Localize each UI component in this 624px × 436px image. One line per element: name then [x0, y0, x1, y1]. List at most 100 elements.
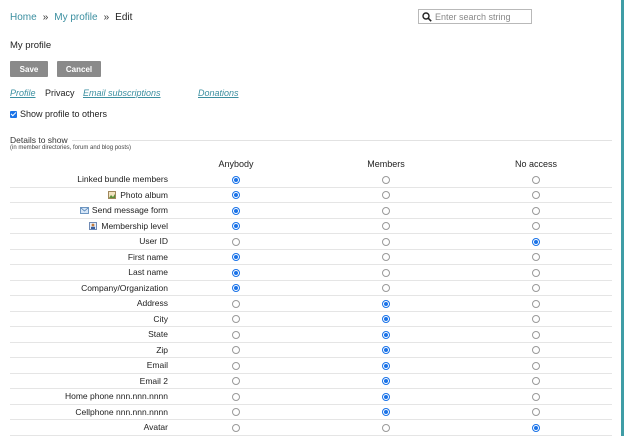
radio-anybody[interactable]	[232, 377, 240, 385]
radio-members[interactable]	[382, 284, 390, 292]
radio-no-access[interactable]	[532, 206, 540, 215]
privacy-row-label: Email	[147, 360, 168, 370]
show-profile-option[interactable]: Show profile to others	[10, 109, 107, 119]
radio-no-access[interactable]	[532, 253, 540, 261]
privacy-row-label: Membership level	[89, 221, 168, 231]
save-button[interactable]: Save	[10, 61, 48, 77]
radio-no-access[interactable]	[532, 361, 540, 370]
radio-no-access[interactable]	[532, 299, 540, 308]
cancel-button[interactable]: Cancel	[57, 61, 101, 77]
column-header-no-access: No access	[514, 159, 558, 169]
radio-no-access[interactable]	[532, 423, 540, 432]
privacy-row-label: Email 2	[140, 376, 168, 386]
breadcrumb-current: Edit	[115, 12, 133, 23]
radio-no-access[interactable]	[532, 222, 540, 230]
privacy-row-text: Avatar	[143, 422, 168, 432]
tab-donations[interactable]: Donations	[198, 88, 239, 98]
radio-anybody[interactable]	[232, 284, 240, 292]
privacy-row: Email 2	[10, 374, 612, 389]
privacy-row: Home phone nnn.nnn.nnnn	[10, 389, 612, 405]
radio-anybody[interactable]	[232, 330, 240, 339]
privacy-row: User ID	[10, 234, 612, 250]
radio-no-access[interactable]	[532, 346, 540, 354]
radio-anybody[interactable]	[232, 206, 240, 215]
privacy-row: Cellphone nnn.nnn.nnnn	[10, 405, 612, 420]
radio-anybody[interactable]	[232, 253, 240, 261]
privacy-row-text: State	[148, 329, 168, 339]
radio-anybody[interactable]	[232, 346, 240, 354]
privacy-row-label: State	[148, 329, 168, 339]
radio-members[interactable]	[382, 253, 390, 261]
radio-members[interactable]	[382, 346, 390, 354]
privacy-row: Photo album	[10, 188, 612, 203]
tab-profile[interactable]: Profile	[10, 88, 36, 98]
radio-members[interactable]	[382, 175, 390, 184]
radio-no-access[interactable]	[532, 191, 540, 199]
radio-members[interactable]	[382, 423, 390, 432]
search-input[interactable]	[432, 11, 531, 22]
radio-anybody[interactable]	[232, 268, 240, 277]
radio-anybody[interactable]	[232, 175, 240, 184]
privacy-row: City	[10, 312, 612, 327]
breadcrumb-separator: »	[42, 12, 49, 23]
radio-no-access[interactable]	[532, 284, 540, 292]
privacy-row-text: User ID	[139, 236, 168, 246]
privacy-row-text: Email	[146, 360, 168, 370]
privacy-row: Last name	[10, 265, 612, 281]
privacy-row-text: Home phone nnn.nnn.nnnn	[64, 391, 168, 401]
tab-email-subscriptions[interactable]: Email subscriptions	[83, 88, 161, 98]
privacy-row-text: City	[153, 313, 168, 324]
privacy-row: Send message form	[10, 203, 612, 219]
radio-anybody[interactable]	[232, 191, 240, 199]
section-divider	[10, 140, 612, 141]
privacy-row-text: Cellphone nnn.nnn.nnnn	[75, 406, 168, 417]
radio-anybody[interactable]	[232, 299, 240, 308]
radio-members[interactable]	[382, 315, 390, 323]
radio-no-access[interactable]	[532, 315, 540, 323]
show-profile-checkbox[interactable]	[10, 110, 17, 118]
radio-members[interactable]	[382, 222, 390, 230]
radio-anybody[interactable]	[232, 423, 240, 432]
radio-members[interactable]	[382, 237, 390, 246]
radio-members[interactable]	[382, 392, 390, 401]
radio-no-access[interactable]	[532, 408, 540, 416]
privacy-row: Membership level	[10, 219, 612, 234]
radio-members[interactable]	[382, 206, 390, 215]
search-box[interactable]	[418, 9, 532, 24]
radio-no-access[interactable]	[532, 392, 540, 401]
radio-no-access[interactable]	[532, 237, 540, 246]
privacy-row-label: Avatar	[144, 422, 168, 432]
radio-members[interactable]	[382, 361, 390, 370]
radio-members[interactable]	[382, 299, 390, 308]
privacy-row: Company/Organization	[10, 281, 612, 296]
privacy-row-label: First name	[128, 252, 168, 262]
radio-anybody[interactable]	[232, 222, 240, 230]
radio-anybody[interactable]	[232, 237, 240, 246]
privacy-row-text: Linked bundle members	[77, 174, 168, 184]
privacy-row-label: City	[153, 314, 168, 324]
search-icon[interactable]	[422, 11, 432, 22]
radio-no-access[interactable]	[532, 377, 540, 385]
tab-privacy[interactable]: Privacy	[45, 88, 75, 98]
radio-anybody[interactable]	[232, 315, 240, 323]
privacy-row-label: Home phone nnn.nnn.nnnn	[65, 391, 168, 401]
radio-anybody[interactable]	[232, 408, 240, 416]
radio-members[interactable]	[382, 408, 390, 416]
profile-tabs: Profile Privacy Email subscriptions Dona…	[10, 88, 624, 100]
radio-members[interactable]	[382, 330, 390, 339]
radio-no-access[interactable]	[532, 330, 540, 339]
radio-no-access[interactable]	[532, 175, 540, 184]
breadcrumb-my-profile-link[interactable]: My profile	[54, 12, 97, 23]
privacy-row-label: Company/Organization	[81, 283, 168, 293]
privacy-row: State	[10, 327, 612, 343]
radio-members[interactable]	[382, 191, 390, 199]
radio-members[interactable]	[382, 377, 390, 385]
radio-members[interactable]	[382, 268, 390, 277]
radio-anybody[interactable]	[232, 361, 240, 370]
privacy-row-text: Company/Organization	[81, 282, 168, 293]
privacy-row: Email	[10, 358, 612, 374]
radio-no-access[interactable]	[532, 268, 540, 277]
breadcrumb-home-link[interactable]: Home	[10, 12, 37, 23]
privacy-row: Linked bundle members	[10, 172, 612, 188]
radio-anybody[interactable]	[232, 392, 240, 401]
